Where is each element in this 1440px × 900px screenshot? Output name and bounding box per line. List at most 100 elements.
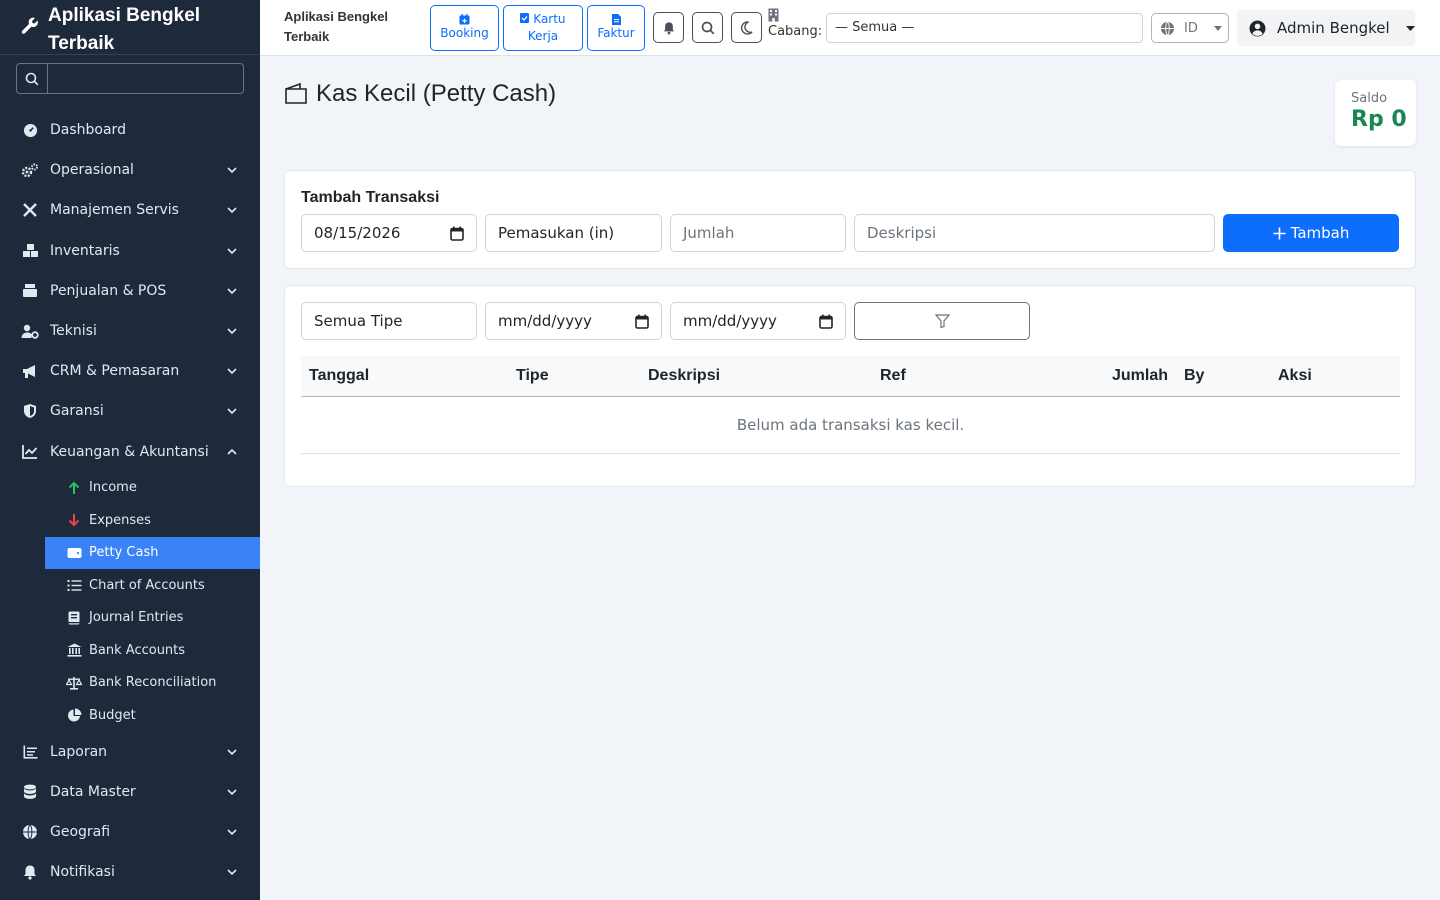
transaction-type-select[interactable]: Pemasukan (in) bbox=[485, 214, 662, 252]
kartu-kerja-button[interactable]: Kartu Kerja bbox=[503, 5, 583, 51]
faktur-button[interactable]: Faktur bbox=[587, 5, 645, 51]
sidebar-item-label: Keuangan & Akuntansi bbox=[50, 443, 209, 460]
sidebar-item-label: Dashboard bbox=[50, 122, 126, 139]
sidebar-item-label: Data Master bbox=[50, 783, 136, 800]
column-header-aksi[interactable]: Aksi bbox=[1278, 367, 1312, 385]
clipboard-check-icon bbox=[520, 13, 530, 23]
cash-register-icon bbox=[21, 282, 39, 300]
sidebar-subitem-journal-entries[interactable]: Journal Entries bbox=[45, 602, 260, 635]
file-invoice-icon bbox=[611, 14, 621, 25]
filter-date-from-input[interactable]: mm/dd/yyyy bbox=[485, 302, 662, 340]
filter-type-select[interactable]: Semua Tipe bbox=[301, 302, 477, 340]
caret-down-icon bbox=[1213, 25, 1222, 31]
column-header-tanggal[interactable]: Tanggal bbox=[309, 367, 369, 385]
plus-icon bbox=[1273, 227, 1286, 239]
language-select[interactable]: ID bbox=[1151, 13, 1229, 43]
sidebar-subitem-label: Expenses bbox=[89, 512, 151, 528]
transaction-date-value: 08/15/2026 bbox=[314, 224, 401, 242]
sidebar-item-label: Inventaris bbox=[50, 242, 120, 259]
sidebar-item-label: Penjualan & POS bbox=[50, 282, 167, 299]
transaction-type-value: Pemasukan (in) bbox=[498, 224, 615, 242]
chevron-down-icon bbox=[227, 368, 237, 375]
column-header-tipe[interactable]: Tipe bbox=[516, 367, 549, 385]
database-icon bbox=[21, 783, 39, 801]
add-transaction-card: Tambah Transaksi 08/15/2026 Pemasukan (i… bbox=[284, 170, 1416, 269]
sidebar-item-penjualan-pos[interactable]: Penjualan & POS bbox=[0, 271, 260, 311]
booking-button[interactable]: Booking bbox=[430, 5, 499, 51]
building-icon bbox=[768, 8, 779, 22]
sidebar-subitem-income[interactable]: Income bbox=[45, 472, 260, 505]
booking-label: Booking bbox=[440, 26, 489, 40]
search-button[interactable] bbox=[692, 12, 723, 43]
sidebar-subitem-bank-reconciliation[interactable]: Bank Reconciliation bbox=[45, 667, 260, 700]
sidebar-item-inventaris[interactable]: Inventaris bbox=[0, 231, 260, 271]
filter-date-from-value: mm/dd/yyyy bbox=[498, 312, 592, 330]
empty-state: Belum ada transaksi kas kecil. bbox=[301, 397, 1400, 454]
sidebar-subitem-petty-cash[interactable]: Petty Cash bbox=[45, 536, 260, 570]
search-icon bbox=[16, 63, 47, 94]
sidebar-search-input[interactable] bbox=[47, 63, 244, 94]
kartu-kerja-line: Kartu Kerja bbox=[504, 11, 582, 45]
user-menu[interactable]: Admin Bengkel bbox=[1237, 10, 1415, 46]
sidebar-item-crm-pemasaran[interactable]: CRM & Pemasaran bbox=[0, 351, 260, 391]
moon-icon bbox=[740, 20, 753, 35]
transaction-date-input[interactable]: 08/15/2026 bbox=[301, 214, 477, 252]
arrow-down-icon bbox=[66, 512, 82, 528]
cabang-label: Cabang: bbox=[768, 24, 823, 39]
bell-icon bbox=[21, 863, 39, 881]
cabang-label-group: Cabang: bbox=[768, 8, 822, 42]
chevron-down-icon bbox=[227, 167, 237, 174]
saldo-card: Saldo Rp 0 bbox=[1335, 80, 1416, 146]
amount-input[interactable]: Jumlah bbox=[670, 214, 846, 252]
notification-button[interactable] bbox=[653, 12, 684, 43]
sidebar-item-operasional[interactable]: Operasional bbox=[0, 150, 260, 190]
column-header-ref[interactable]: Ref bbox=[880, 367, 906, 385]
calendar-icon bbox=[819, 314, 833, 329]
sidebar-item-dashboard[interactable]: Dashboard bbox=[0, 110, 260, 150]
add-transaction-title: Tambah Transaksi bbox=[301, 189, 440, 206]
column-header-deskripsi[interactable]: Deskripsi bbox=[648, 367, 720, 385]
page-title: Kas Kecil (Petty Cash) bbox=[284, 80, 556, 108]
sidebar-item-data-master[interactable]: Data Master bbox=[0, 772, 260, 812]
sidebar-item-label: Geografi bbox=[50, 824, 111, 841]
sidebar-subitem-expenses[interactable]: Expenses bbox=[45, 504, 260, 537]
list-icon bbox=[21, 743, 39, 761]
sidebar-item-laporan[interactable]: Laporan bbox=[0, 732, 260, 772]
sidebar-subitem-label: Journal Entries bbox=[89, 610, 184, 626]
sidebar-item-label: Teknisi bbox=[50, 323, 97, 340]
chevron-down-icon bbox=[227, 207, 237, 214]
faktur-label: Faktur bbox=[597, 26, 635, 40]
sidebar-item-geografi[interactable]: Geografi bbox=[0, 812, 260, 852]
sidebar-item-keuangan-akuntansi[interactable]: Keuangan & Akuntansi bbox=[0, 432, 260, 472]
column-header-by[interactable]: By bbox=[1184, 367, 1204, 385]
sidebar-subitem-bank-accounts[interactable]: Bank Accounts bbox=[45, 634, 260, 667]
sidebar-subitem-chart-of-accounts[interactable]: Chart of Accounts bbox=[45, 569, 260, 602]
sidebar-subitem-budget[interactable]: Budget bbox=[45, 699, 260, 732]
filter-button[interactable] bbox=[854, 302, 1030, 340]
sidebar-subitem-label: Petty Cash bbox=[89, 545, 159, 561]
sidebar-subitem-label: Bank Reconciliation bbox=[89, 675, 217, 691]
column-header-jumlah[interactable]: Jumlah bbox=[1112, 367, 1168, 385]
bullhorn-icon bbox=[21, 362, 39, 380]
sidebar-item-label: Garansi bbox=[50, 403, 104, 420]
sidebar-subitem-label: Chart of Accounts bbox=[89, 577, 205, 593]
sidebar-item-teknisi[interactable]: Teknisi bbox=[0, 311, 260, 351]
sidebar-item-notifikasi[interactable]: Notifikasi bbox=[0, 852, 260, 892]
filter-date-to-input[interactable]: mm/dd/yyyy bbox=[670, 302, 846, 340]
bank-icon bbox=[66, 642, 82, 658]
caret-down-icon bbox=[1405, 25, 1415, 31]
sidebar-item-manajemen-servis[interactable]: Manajemen Servis bbox=[0, 190, 260, 230]
sidebar-item-garansi[interactable]: Garansi bbox=[0, 391, 260, 431]
chevron-down-icon bbox=[227, 408, 237, 415]
bell-icon bbox=[663, 21, 674, 35]
cabang-select[interactable]: — Semua — bbox=[826, 13, 1143, 43]
chevron-up-icon bbox=[227, 448, 237, 455]
brand[interactable]: Aplikasi Bengkel Terbaik bbox=[0, 0, 260, 55]
add-transaction-button[interactable]: Tambah bbox=[1223, 214, 1399, 252]
description-input[interactable]: Deskripsi bbox=[854, 214, 1215, 252]
theme-toggle-button[interactable] bbox=[731, 12, 762, 43]
sidebar-subitem-label: Bank Accounts bbox=[89, 642, 186, 658]
sidebar-subitem-label: Income bbox=[89, 480, 137, 496]
wallet-icon bbox=[285, 83, 307, 104]
chevron-down-icon bbox=[227, 288, 237, 294]
